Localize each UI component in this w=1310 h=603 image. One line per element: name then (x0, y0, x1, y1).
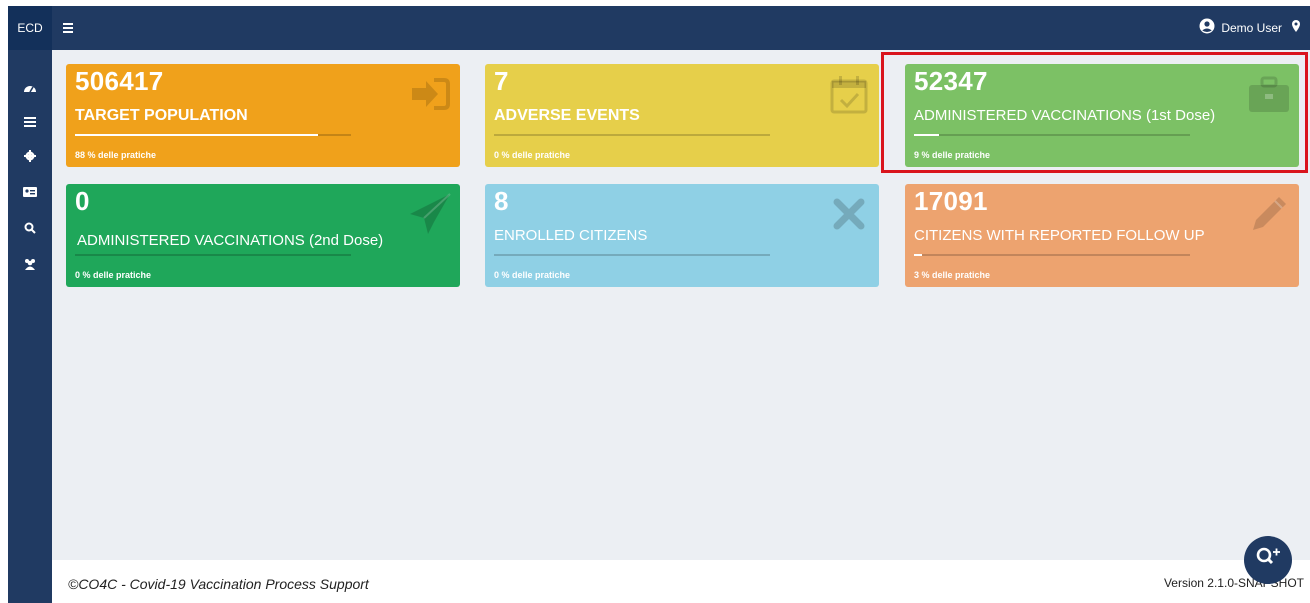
times-icon (827, 192, 871, 236)
highlight-frame (881, 52, 1308, 173)
stat-value: 506417 (75, 66, 164, 96)
stat-label: ADMINISTERED VACCINATIONS (2nd Dose) (77, 232, 384, 249)
progress-text: 88 % delle pratiche (75, 150, 157, 160)
progress-bar (914, 254, 1190, 256)
stat-card-follow-up[interactable]: 17091 CITIZENS WITH REPORTED FOLLOW UP 3… (905, 184, 1299, 287)
progress-bar (494, 134, 770, 136)
stat-label: ENROLLED CITIZENS (494, 227, 648, 244)
stat-card-target-population[interactable]: 506417 TARGET POPULATION 88 % delle prat… (66, 64, 460, 167)
search-icon[interactable] (20, 218, 40, 238)
sign-in-icon (408, 72, 452, 116)
search-plus-fab[interactable] (1244, 536, 1292, 584)
user-menu[interactable]: Demo User (1199, 18, 1300, 37)
progress-text: 0 % delle pratiche (75, 270, 152, 280)
gear-icon[interactable] (20, 146, 40, 166)
app-window: ECD Demo User 506417 TARGET POPULATION 8… (8, 6, 1310, 603)
sidebar (8, 50, 52, 603)
calendar-check-icon (827, 72, 871, 116)
progress-text: 0 % delle pratiche (494, 270, 571, 280)
stat-value: 17091 (914, 186, 988, 216)
search-plus-icon (1255, 546, 1281, 575)
progress-bar (75, 254, 351, 256)
list-icon[interactable] (20, 112, 40, 132)
progress-fill (914, 254, 923, 256)
brand-logo[interactable]: ECD (8, 6, 52, 50)
progress-fill (75, 134, 318, 136)
pencil-icon (1247, 192, 1291, 236)
dashboard-icon[interactable] (20, 78, 40, 98)
stat-value: 8 (494, 186, 509, 216)
footer: ©CO4C - Covid-19 Vaccination Process Sup… (52, 560, 1310, 603)
stat-value: 7 (494, 66, 509, 96)
progress-bar (494, 254, 770, 256)
progress-text: 0 % delle pratiche (494, 150, 571, 160)
user-name: Demo User (1221, 20, 1282, 35)
users-icon[interactable] (20, 254, 40, 274)
footer-copyright: ©CO4C - Covid-19 Vaccination Process Sup… (68, 576, 369, 592)
progress-text: 3 % delle pratiche (914, 270, 991, 280)
stat-card-vaccinations-2nd-dose[interactable]: 0 ADMINISTERED VACCINATIONS (2nd Dose) 0… (66, 184, 460, 287)
id-card-icon[interactable] (20, 182, 40, 202)
stat-card-enrolled-citizens[interactable]: 8 ENROLLED CITIZENS 0 % delle pratiche (485, 184, 879, 287)
menu-toggle-icon[interactable] (60, 18, 80, 38)
paper-plane-icon (408, 192, 452, 236)
stat-card-adverse-events[interactable]: 7 ADVERSE EVENTS 0 % delle pratiche (485, 64, 879, 167)
map-marker-icon (1292, 20, 1300, 35)
user-circle-icon (1199, 18, 1215, 37)
top-navbar: ECD Demo User (8, 6, 1310, 50)
stat-value: 0 (75, 186, 90, 216)
stat-label: CITIZENS WITH REPORTED FOLLOW UP (914, 227, 1205, 244)
progress-bar (75, 134, 351, 136)
stat-label: ADVERSE EVENTS (494, 107, 640, 124)
stat-label: TARGET POPULATION (75, 107, 248, 124)
